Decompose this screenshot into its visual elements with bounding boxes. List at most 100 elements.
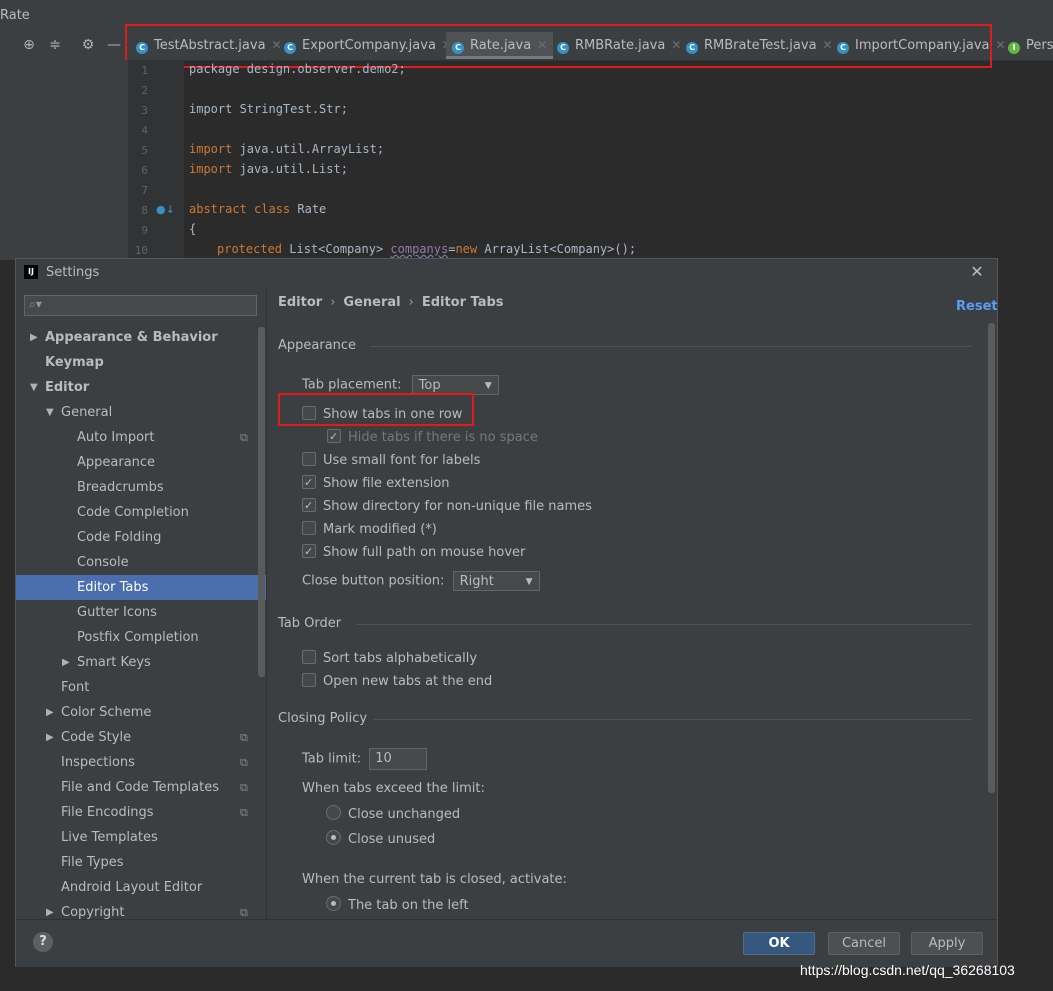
close-unused-radio[interactable]: Close unused [326,830,435,850]
tree-item-auto-import[interactable]: Auto Import ⧉ [16,425,266,450]
apply-button[interactable]: Apply [911,932,983,955]
line-number: 1 [141,64,148,77]
tree-item-file-code-templates[interactable]: File and Code Templates ⧉ [16,775,266,800]
chevron-right-icon[interactable]: ▶ [46,900,54,919]
project-scope-icon: ⧉ [240,906,248,919]
highlight-box-show-tabs [278,393,474,426]
code-line: protected List<Company> companys=new Arr… [217,242,637,256]
project-scope-icon: ⧉ [240,731,248,744]
tree-item-code-folding[interactable]: Code Folding [16,525,266,550]
tree-item-font[interactable]: Font [16,675,266,700]
tree-item-editor[interactable]: ▼ Editor [16,375,266,400]
crosshair-icon[interactable]: ⊕ [21,36,37,54]
collapse-icon[interactable]: ≑ [47,36,63,54]
line-number: 9 [141,224,148,237]
project-scope-icon: ⧉ [240,781,248,794]
tree-item-code-style[interactable]: ▶ Code Style ⧉ [16,725,266,750]
ok-button[interactable]: OK [743,932,815,955]
cancel-button[interactable]: Cancel [828,932,900,955]
minimize-icon[interactable]: — [106,36,122,54]
chevron-down-icon: ▼ [525,577,533,587]
tree-item-appearance-behavior[interactable]: ▶ Appearance & Behavior [16,325,266,350]
tree-item-appearance[interactable]: Appearance [16,450,266,475]
tree-item-code-completion[interactable]: Code Completion [16,500,266,525]
tree-item-postfix-completion[interactable]: Postfix Completion [16,625,266,650]
show-file-extension-checkbox[interactable]: Show file extension [302,473,450,494]
tree-item-editor-tabs[interactable]: Editor Tabs [16,575,266,600]
section-title-closing-policy: Closing Policy [278,711,368,726]
tree-item-console[interactable]: Console [16,550,266,575]
line-number: 6 [141,164,148,177]
chevron-down-icon[interactable]: ▼ [30,375,38,400]
checkbox-box[interactable] [302,673,316,687]
tree-item-smart-keys[interactable]: ▶ Smart Keys [16,650,266,675]
show-directory-checkbox[interactable]: Show directory for non-unique file names [302,496,592,517]
project-scope-icon: ⧉ [240,806,248,819]
chevron-right-icon[interactable]: ▶ [46,700,54,725]
checkbox-box[interactable] [302,650,316,664]
mark-modified-checkbox[interactable]: Mark modified (*) [302,520,437,540]
close-icon[interactable]: ✕ [967,262,987,282]
tab-limit-row: Tab limit: 10 [302,748,428,770]
chevron-down-icon[interactable]: ▼ [46,400,54,425]
reset-link[interactable]: Reset [956,299,998,314]
tree-item-inspections[interactable]: Inspections ⧉ [16,750,266,775]
tree-item-copyright[interactable]: ▶ Copyright ⧉ [16,900,266,919]
checkbox-box[interactable] [302,542,316,562]
tree-item-android-layout-editor[interactable]: Android Layout Editor [16,875,266,900]
chevron-right-icon[interactable]: ▶ [30,325,38,350]
checkbox-box[interactable] [302,521,316,535]
section-title-tab-order: Tab Order [278,616,342,631]
code-line: { [189,222,197,236]
close-unchanged-radio[interactable]: Close unchanged [326,805,460,825]
tab-placement-select[interactable]: Top ▼ [411,375,499,395]
close-button-position-select[interactable]: Right ▼ [452,571,540,591]
radio-circle[interactable] [326,896,341,911]
tree-item-general[interactable]: ▼ General [16,400,266,425]
project-scope-icon: ⧉ [240,431,248,444]
tree-item-file-types[interactable]: File Types [16,850,266,875]
open-at-end-checkbox[interactable]: Open new tabs at the end [302,672,492,692]
chevron-down-icon: ▼ [484,381,492,391]
chevron-right-icon[interactable]: ▶ [46,725,54,750]
sort-alphabetically-checkbox[interactable]: Sort tabs alphabetically [302,649,477,669]
hide-tabs-checkbox[interactable]: Hide tabs if there is no space [327,427,538,448]
code-line: package design.observer.demo2; [189,62,406,76]
settings-search-input[interactable]: ⌕▾ [24,295,257,316]
code-line: import java.util.List; [189,162,348,176]
small-font-checkbox[interactable]: Use small font for labels [302,451,480,471]
line-number: 7 [141,184,148,197]
tree-item-live-templates[interactable]: Live Templates [16,825,266,850]
dialog-title-bar: IJ Settings ✕ [16,259,997,287]
editor-tab[interactable]: I Pers [1008,32,1053,59]
settings-tree: ▶ Appearance & Behavior Keymap ▼ Editor ▼ G… [16,325,266,919]
tree-item-color-scheme[interactable]: ▶ Color Scheme [16,700,266,725]
checkbox-box[interactable] [327,427,341,447]
help-button[interactable]: ? [33,932,53,952]
checkbox-box[interactable] [302,496,316,516]
tab-on-left-radio[interactable]: The tab on the left [326,896,469,916]
content-scrollbar[interactable] [988,323,995,793]
chevron-right-icon[interactable]: ▶ [62,650,70,675]
show-full-path-checkbox[interactable]: Show full path on mouse hover [302,542,525,563]
radio-circle[interactable] [326,805,341,820]
tree-item-breadcrumbs[interactable]: Breadcrumbs [16,475,266,500]
tree-item-gutter-icons[interactable]: Gutter Icons [16,600,266,625]
breadcrumb: Editor › General › Editor Tabs [278,295,504,310]
section-title-appearance: Appearance [278,338,357,353]
close-icon[interactable]: ✕ [996,38,1006,52]
dialog-title: Settings [46,265,100,280]
radio-circle[interactable] [326,830,341,845]
tree-item-file-encodings[interactable]: File Encodings ⧉ [16,800,266,825]
panel-divider[interactable] [266,289,267,919]
tree-item-keymap[interactable]: Keymap [16,350,266,375]
line-number: 4 [141,124,148,137]
project-scope-icon: ⧉ [240,756,248,769]
gear-icon[interactable]: ⚙ [80,36,96,54]
section-separator [374,719,972,720]
checkbox-box[interactable] [302,473,316,493]
checkbox-box[interactable] [302,452,316,466]
implementation-gutter-icon[interactable]: ●↓ [156,203,175,216]
tab-limit-input[interactable]: 10 [369,748,428,770]
tree-scrollbar[interactable] [258,327,265,677]
